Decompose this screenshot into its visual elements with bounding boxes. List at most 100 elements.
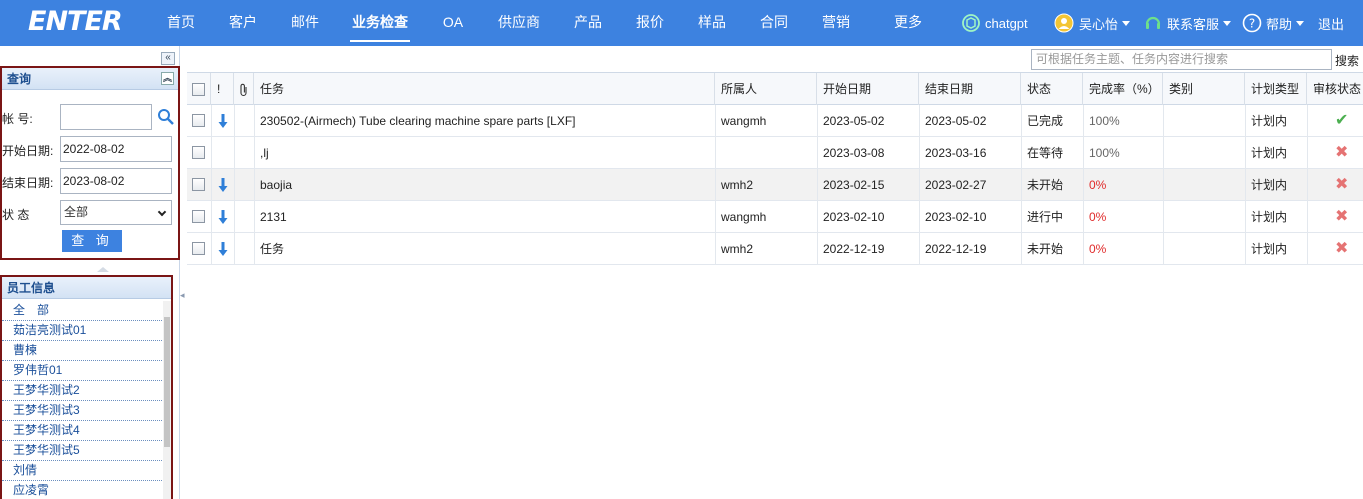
employee-scrollbar[interactable] (163, 301, 171, 499)
table-row[interactable]: 任务 wmh2 2022-12-19 2022-12-19 未开始 0% 计划内 ✖ (187, 233, 1363, 265)
main-area: 可根据任务主题、任务内容进行搜索 搜索 ! 任务 所属人 开始日期 结束日期 状… (185, 46, 1363, 499)
help-label: 帮助 (1266, 16, 1293, 32)
nav-quotes[interactable]: 报价 (635, 0, 665, 46)
app-logo[interactable]: ENTER (28, 6, 123, 37)
account-input[interactable] (60, 104, 152, 130)
row-checkbox[interactable] (192, 178, 205, 191)
search-button[interactable]: 搜索 (1335, 52, 1359, 69)
header-flag[interactable]: ! (211, 73, 234, 106)
start-date-cell: 2023-03-08 (823, 146, 885, 160)
owner-cell: wmh2 (721, 242, 754, 256)
support-menu[interactable]: 联系客服 (1143, 0, 1232, 46)
end-date-input[interactable]: 2023-08-02 (60, 168, 172, 194)
task-cell[interactable]: 任务 (254, 233, 715, 265)
chatgpt-link[interactable]: chatgpt (961, 0, 1028, 46)
user-avatar-icon (1054, 13, 1074, 33)
column-divider (234, 169, 235, 201)
completion-rate-cell: 0% (1089, 242, 1107, 256)
collapse-left-panel-button[interactable]: « (161, 52, 175, 65)
arrow-down-icon (218, 114, 228, 128)
table-row[interactable]: ,lj 2023-03-08 2023-03-16 在等待 100% 计划内 ✖ (187, 137, 1363, 169)
plan-type-cell: 计划内 (1251, 210, 1288, 224)
table-row[interactable]: 2131 wangmh 2023-02-10 2023-02-10 进行中 0% 计划内 ✖ (187, 201, 1363, 233)
logout-link[interactable]: 退出 (1318, 0, 1344, 46)
employee-item[interactable]: 王梦华测试3 (2, 401, 162, 421)
header-owner[interactable]: 所属人 (715, 73, 817, 106)
employee-item[interactable]: 王梦华测试4 (2, 421, 162, 441)
status-select[interactable]: 全部 (60, 200, 172, 225)
employee-item[interactable]: 刘倩 (2, 461, 162, 481)
employee-panel-header: 员工信息 (2, 277, 171, 299)
row-checkbox[interactable] (192, 210, 205, 223)
employee-item[interactable]: 王梦华测试5 (2, 441, 162, 461)
header-status[interactable]: 状态 (1021, 73, 1083, 106)
column-divider (211, 201, 212, 233)
support-label: 联系客服 (1167, 16, 1220, 32)
nav-products[interactable]: 产品 (573, 0, 603, 46)
query-button[interactable]: 查 询 (62, 230, 122, 252)
header-start-date[interactable]: 开始日期 (817, 73, 919, 106)
header-task[interactable]: 任务 (254, 73, 715, 106)
header-attachment[interactable] (234, 73, 254, 106)
task-cell[interactable]: 230502-(Airmech) Tube clearing machine s… (254, 105, 715, 137)
chatgpt-icon (962, 14, 980, 32)
nav-contracts[interactable]: 合同 (759, 0, 789, 46)
nav-samples[interactable]: 样品 (697, 0, 727, 46)
collapse-up-icon[interactable]: ︽ (161, 72, 174, 85)
employee-item[interactable]: 曹楝 (2, 341, 162, 361)
category-cell (1163, 137, 1245, 169)
select-all-checkbox[interactable] (192, 83, 205, 96)
close-icon: ✖ (1335, 144, 1349, 161)
row-checkbox[interactable] (192, 146, 205, 159)
top-nav: ENTER 首页 客户 邮件 业务检查 OA 供应商 产品 报价 样品 合同 营… (0, 0, 1363, 46)
employee-item[interactable]: 全 部 (2, 301, 162, 321)
row-checkbox[interactable] (192, 114, 205, 127)
chevron-down-icon (1122, 20, 1131, 26)
task-cell[interactable]: ,lj (254, 137, 715, 169)
help-menu[interactable]: ? 帮助 (1242, 0, 1305, 46)
nav-business-check[interactable]: 业务检查 (350, 0, 410, 46)
nav-customers[interactable]: 客户 (228, 0, 258, 46)
status-cell: 已完成 (1027, 114, 1064, 128)
search-icon[interactable] (157, 108, 175, 126)
row-checkbox[interactable] (192, 242, 205, 255)
start-date-input[interactable]: 2022-08-02 (60, 136, 172, 162)
table-row[interactable]: baojia wmh2 2023-02-15 2023-02-27 未开始 0% 计划内 ✖ (187, 169, 1363, 201)
panel-splitter[interactable] (0, 265, 180, 273)
employee-item[interactable]: 茹洁亮测试01 (2, 321, 162, 341)
status-cell: 在等待 (1027, 146, 1064, 160)
table-header: ! 任务 所属人 开始日期 结束日期 状态 完成率（%） 类别 计划类型 审核状… (187, 72, 1363, 106)
task-cell[interactable]: baojia (254, 169, 715, 201)
category-cell (1163, 105, 1245, 137)
nav-suppliers[interactable]: 供应商 (497, 0, 541, 46)
column-divider (211, 137, 212, 169)
end-date-cell: 2023-02-27 (925, 178, 987, 192)
query-panel-header: 查询 ︽ (2, 68, 178, 90)
employee-item[interactable]: 王梦华测试2 (2, 381, 162, 401)
status-row: 状 态 全部 (2, 200, 178, 226)
nav-marketing[interactable]: 营销 (821, 0, 851, 46)
header-plan-type[interactable]: 计划类型 (1245, 73, 1307, 106)
side-collapse-handle[interactable]: ◂ (180, 290, 185, 301)
nav-mail[interactable]: 邮件 (290, 0, 320, 46)
scrollbar-thumb[interactable] (164, 317, 170, 447)
header-completion-rate[interactable]: 完成率（%） (1083, 73, 1163, 106)
employee-item[interactable]: 罗伟哲01 (2, 361, 162, 381)
end-date-label: 结束日期: (2, 176, 54, 190)
header-end-date[interactable]: 结束日期 (919, 73, 1021, 106)
task-search-input[interactable]: 可根据任务主题、任务内容进行搜索 (1031, 49, 1332, 70)
user-menu[interactable]: 吴心怡 (1054, 0, 1131, 46)
task-cell[interactable]: 2131 (254, 201, 715, 233)
chevron-down-icon (1296, 20, 1305, 26)
employee-item[interactable]: 应凌霄 (2, 481, 162, 499)
nav-more[interactable]: 更多 (893, 0, 923, 46)
column-divider (211, 169, 212, 201)
close-icon: ✖ (1335, 208, 1349, 225)
header-category[interactable]: 类别 (1163, 73, 1245, 106)
nav-oa[interactable]: OA (442, 0, 464, 46)
nav-home[interactable]: 首页 (166, 0, 196, 46)
table-row[interactable]: 230502-(Airmech) Tube clearing machine s… (187, 105, 1363, 137)
plan-type-cell: 计划内 (1251, 146, 1288, 160)
header-review-status[interactable]: 审核状态 (1307, 73, 1363, 106)
category-cell (1163, 201, 1245, 233)
